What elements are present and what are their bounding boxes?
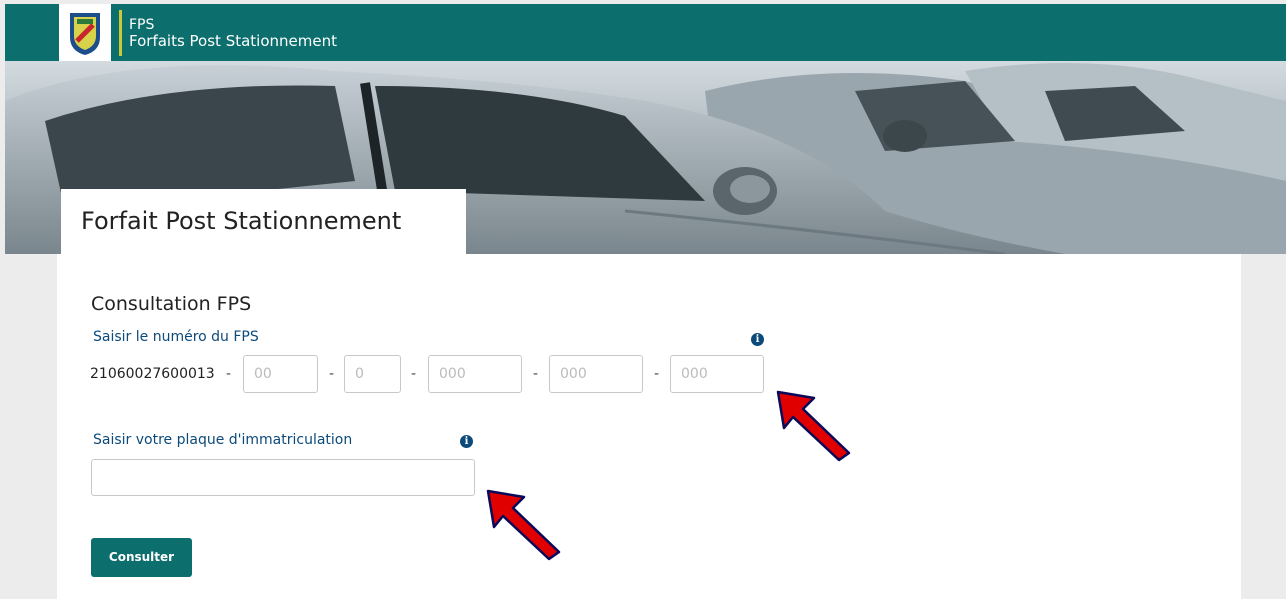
plate-label: Saisir votre plaque d'immatriculation bbox=[93, 432, 353, 448]
top-header-bar: FPS Forfaits Post Stationnement bbox=[5, 4, 1286, 61]
separator: - bbox=[654, 366, 660, 382]
crest-icon bbox=[62, 7, 108, 58]
app-subtitle: Forfaits Post Stationnement bbox=[129, 32, 337, 50]
section-title: Consultation FPS bbox=[91, 293, 252, 315]
separator: - bbox=[533, 366, 539, 382]
banner-title-box: Forfait Post Stationnement bbox=[61, 189, 466, 254]
annotation-arrow-icon bbox=[486, 489, 561, 561]
app-title: FPS bbox=[129, 17, 155, 33]
fps-field-2[interactable]: 0 bbox=[344, 355, 401, 393]
info-icon[interactable]: i bbox=[460, 435, 473, 448]
hero-banner: Forfait Post Stationnement bbox=[5, 61, 1286, 254]
page-title: Forfait Post Stationnement bbox=[81, 207, 402, 235]
fps-field-3[interactable]: 000 bbox=[428, 355, 522, 393]
fps-field-4[interactable]: 000 bbox=[549, 355, 643, 393]
fps-field-1[interactable]: 00 bbox=[243, 355, 318, 393]
info-icon[interactable]: i bbox=[751, 333, 764, 346]
annotation-arrow-icon bbox=[776, 390, 851, 462]
fps-number-label: Saisir le numéro du FPS bbox=[93, 329, 259, 345]
plate-input[interactable] bbox=[91, 459, 475, 496]
fps-field-5[interactable]: 000 bbox=[670, 355, 764, 393]
header-accent-divider bbox=[119, 10, 122, 56]
fps-prefix: 21060027600013 bbox=[90, 366, 215, 382]
separator: - bbox=[226, 366, 232, 382]
city-crest-logo[interactable] bbox=[59, 4, 111, 61]
separator: - bbox=[329, 366, 335, 382]
consult-button[interactable]: Consulter bbox=[91, 538, 192, 577]
separator: - bbox=[411, 366, 417, 382]
